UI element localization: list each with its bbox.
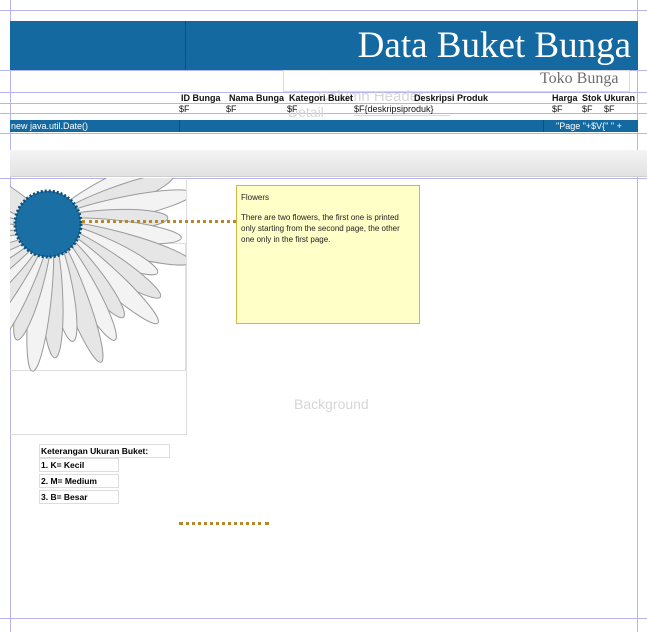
field-id-bunga[interactable]: $F <box>179 104 190 114</box>
field-underline <box>354 115 450 116</box>
field-stok[interactable]: $F <box>582 104 593 114</box>
field-nama-bunga[interactable]: $F <box>226 104 237 114</box>
field-harga[interactable]: $F <box>552 104 563 114</box>
report-title[interactable]: Data Buket Bunga <box>358 24 631 67</box>
column-header-nama-bunga[interactable]: Nama Bunga <box>229 93 284 103</box>
column-header-stok[interactable]: Stok <box>582 93 602 103</box>
note-body: There are two flowers, the first one is … <box>241 213 400 244</box>
legend-item-medium[interactable]: 2. M= Medium <box>39 474 119 488</box>
note-connector-line <box>179 522 269 525</box>
legend-item-besar[interactable]: 3. B= Besar <box>39 490 119 504</box>
guide-line <box>0 133 647 134</box>
report-subtitle[interactable]: Toko Bunga <box>540 70 618 88</box>
legend-item-kecil[interactable]: 1. K= Kecil <box>39 458 119 472</box>
footer-divider <box>179 120 180 132</box>
note-connector-line <box>82 220 236 223</box>
field-ukuran[interactable]: $F <box>604 104 615 114</box>
footer-divider <box>543 120 544 132</box>
guide-line <box>0 10 647 11</box>
guide-line <box>0 618 647 619</box>
column-header-deskripsi-produk[interactable]: Deskripsi Produk <box>414 93 488 103</box>
column-header-ukuran[interactable]: Ukuran <box>604 93 635 103</box>
field-deskripsi-produk[interactable]: $F{deskripsiproduk} <box>354 104 434 114</box>
footer-page-field[interactable]: "Page "+$V{" " + <box>556 121 622 131</box>
note-title: Flowers <box>241 193 270 202</box>
column-header-kategori-buket[interactable]: Kategori Buket <box>289 93 353 103</box>
background-band-label: Background <box>294 396 369 412</box>
band-separator <box>10 150 647 177</box>
title-band-divider <box>185 21 186 70</box>
daisy-flower-image[interactable] <box>10 178 186 410</box>
flowers-note[interactable]: Flowers There are two flowers, the first… <box>236 185 420 324</box>
field-kategori-buket[interactable]: $F <box>287 104 298 114</box>
legend-title[interactable]: Keterangan Ukuran Buket: <box>39 444 170 458</box>
column-header-harga[interactable]: Harga <box>552 93 578 103</box>
column-header-id-bunga[interactable]: ID Bunga <box>181 93 221 103</box>
guide-line <box>637 0 638 632</box>
footer-date-field[interactable]: new java.util.Date() <box>11 121 88 131</box>
